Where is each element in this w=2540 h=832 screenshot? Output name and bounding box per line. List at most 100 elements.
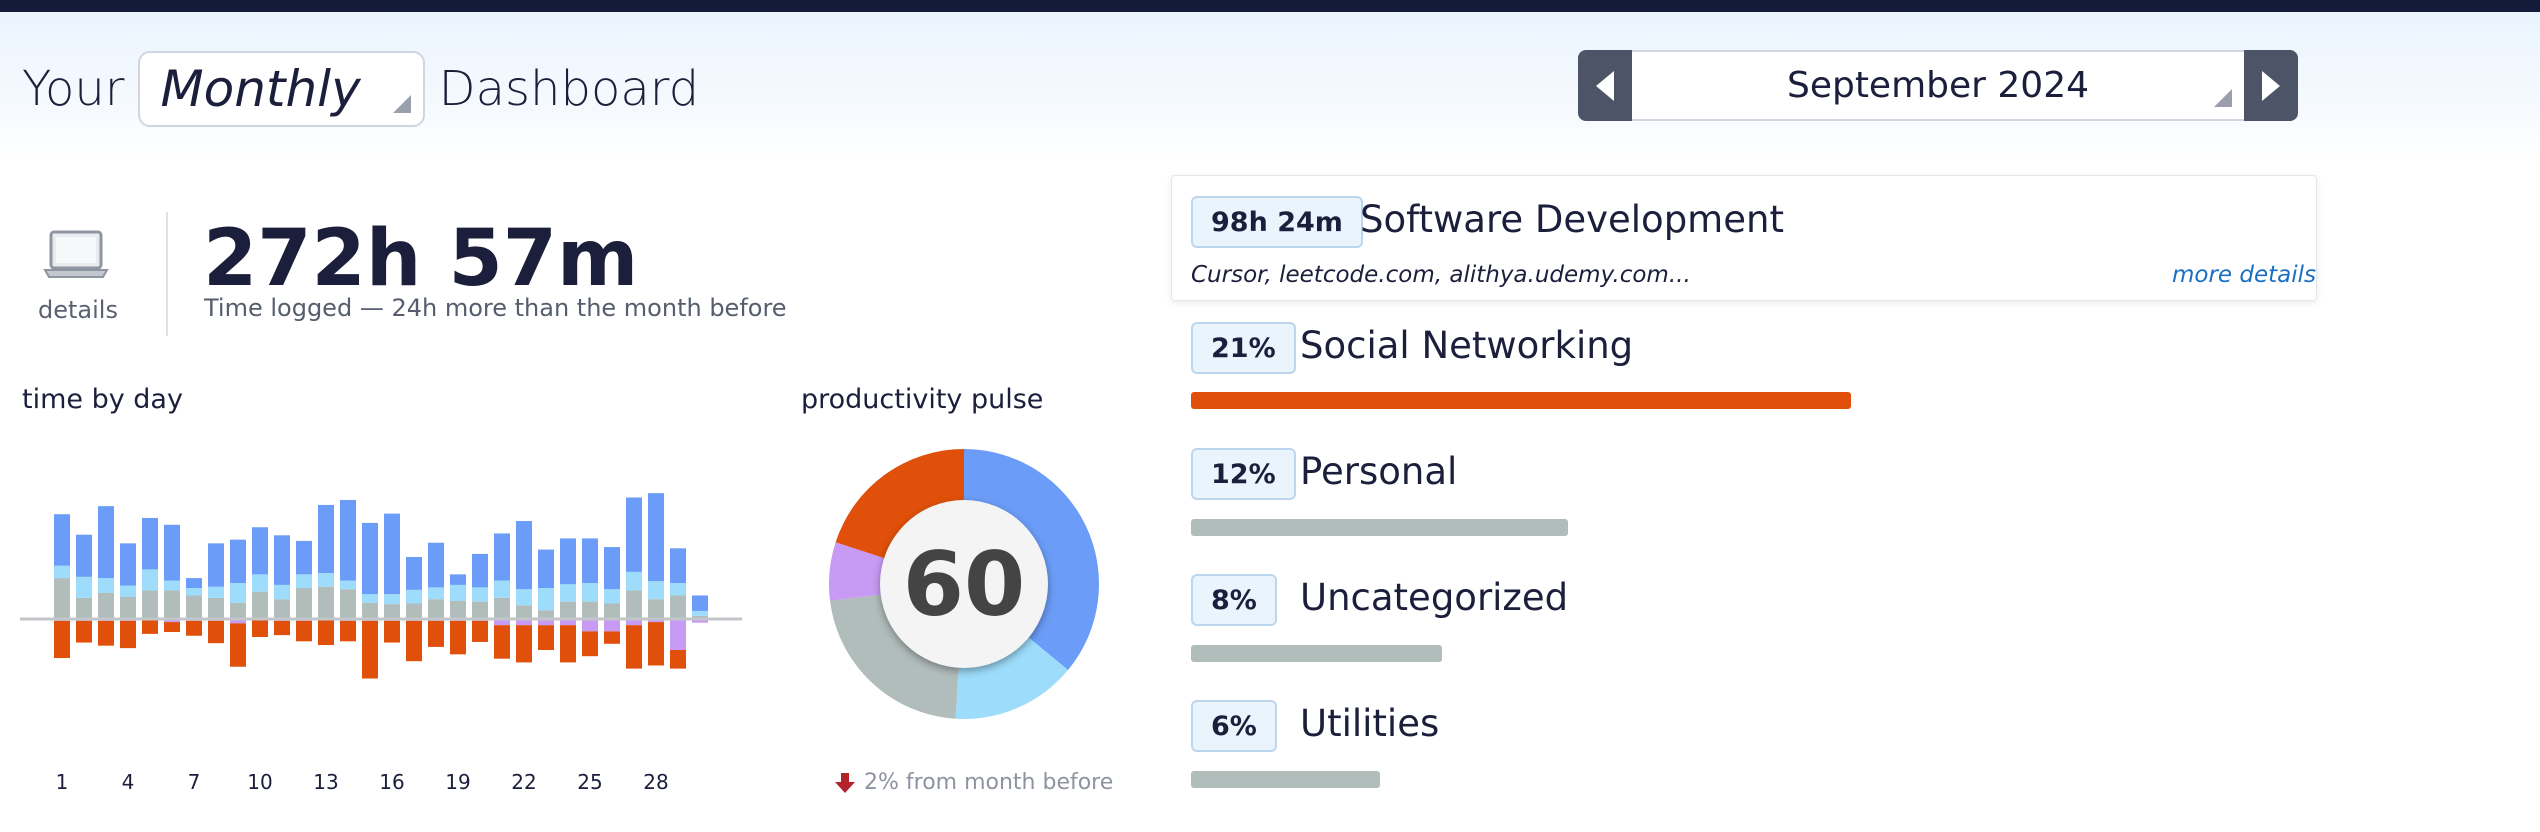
bar-very_distracting (142, 620, 158, 634)
bar-very_distracting (230, 623, 246, 667)
resize-corner-icon (2214, 89, 2232, 107)
category-name[interactable]: Utilities (1300, 702, 1439, 745)
bar-very_productive (582, 538, 598, 584)
bar-very_productive (230, 539, 246, 584)
bar-productive (384, 594, 400, 605)
category-name[interactable]: Social Networking (1300, 324, 1633, 367)
x-tick-label: 25 (577, 770, 602, 794)
bar-productive (208, 586, 224, 598)
bar-neutral (274, 599, 290, 619)
bar-very_productive (384, 513, 400, 595)
bar-productive (230, 583, 246, 603)
dashboard-title: Your Monthly Dashboard (22, 50, 699, 128)
laptop-icon (43, 230, 109, 278)
bar-neutral (208, 597, 224, 619)
bar-very_distracting (186, 620, 202, 636)
bar-neutral (560, 601, 576, 619)
bar-neutral (648, 599, 664, 619)
bar-neutral (582, 601, 598, 619)
month-navigator: September 2024 (1578, 50, 2298, 121)
bar-very_distracting (428, 620, 444, 647)
bar-neutral (516, 605, 532, 619)
category-name[interactable]: Personal (1300, 450, 1457, 493)
bar-productive (582, 583, 598, 602)
bar-very_distracting (340, 620, 356, 642)
more-details-link[interactable]: more details (2172, 262, 2316, 288)
bar-neutral (230, 602, 246, 619)
bar-very_productive (252, 527, 268, 575)
category-bar (1191, 645, 1442, 662)
bar-very_distracting (538, 625, 554, 650)
bar-very_productive (76, 534, 92, 577)
x-tick-label: 1 (56, 770, 69, 794)
bar-very_productive (164, 524, 180, 581)
bar-neutral (406, 603, 422, 619)
bar-productive (318, 573, 334, 587)
bar-neutral (670, 595, 686, 619)
bar-distracting (604, 619, 620, 632)
bar-very_distracting (296, 620, 312, 642)
category-badge: 21% (1191, 322, 1296, 374)
time-by-day-label: time by day (22, 384, 183, 415)
category-name[interactable]: Uncategorized (1300, 576, 1568, 619)
category-apps: Cursor, leetcode.com, alithya.udemy.com.… (1191, 262, 1691, 288)
x-tick-label: 7 (188, 770, 201, 794)
bar-very_productive (318, 504, 334, 574)
bar-very_distracting (516, 625, 532, 663)
bar-neutral (296, 588, 312, 619)
bar-very_distracting (604, 631, 620, 644)
bar-very_distracting (670, 650, 686, 669)
category-bar (1191, 519, 1568, 536)
bar-very_productive (450, 574, 466, 585)
bar-productive (516, 589, 532, 606)
bar-very_distracting (648, 622, 664, 666)
bar-distracting (670, 619, 686, 650)
bar-very_productive (362, 522, 378, 595)
x-tick-label: 19 (445, 770, 470, 794)
bar-very_productive (98, 506, 114, 579)
bar-very_distracting (626, 625, 642, 669)
arrow-down-icon (835, 772, 855, 793)
details-label: details (38, 296, 118, 324)
bar-very_distracting (164, 622, 180, 633)
bar-very_productive (120, 543, 136, 586)
bar-distracting (582, 619, 598, 632)
bar-neutral (54, 578, 70, 619)
month-select[interactable]: September 2024 (1632, 50, 2244, 121)
pulse-delta-text: 2% from month before (864, 770, 1114, 795)
bar-very_productive (560, 538, 576, 585)
bar-very_productive (54, 514, 70, 566)
bar-productive (296, 574, 312, 588)
previous-month-button[interactable] (1578, 50, 1632, 121)
bar-neutral (318, 586, 334, 619)
bar-productive (186, 588, 202, 596)
bar-neutral (164, 590, 180, 619)
category-badge: 6% (1191, 700, 1277, 752)
bar-very_distracting (252, 620, 268, 637)
bar-very_productive (472, 553, 488, 588)
bar-neutral (98, 592, 114, 619)
bar-very_distracting (208, 620, 224, 644)
bar-very_productive (604, 547, 620, 590)
bar-productive (604, 589, 620, 604)
bar-neutral (252, 591, 268, 619)
bar-very_productive (274, 535, 290, 585)
productivity-pulse-label: productivity pulse (801, 384, 1044, 415)
bar-productive (670, 583, 686, 596)
bar-very_productive (626, 497, 642, 572)
bar-very_productive (516, 521, 532, 590)
period-select[interactable]: Monthly (138, 51, 425, 127)
bar-very_productive (670, 548, 686, 584)
next-month-button[interactable] (2244, 50, 2298, 121)
triangle-right-icon (2262, 70, 2280, 101)
details-link[interactable]: details (38, 230, 118, 324)
bar-productive (98, 578, 114, 593)
category-badge: 12% (1191, 448, 1296, 500)
bar-productive (120, 585, 136, 597)
bar-neutral (186, 595, 202, 619)
total-time-logged: 272h 57m (203, 214, 639, 304)
triangle-left-icon (1596, 70, 1614, 101)
bar-productive (142, 569, 158, 591)
bar-very_distracting (318, 620, 334, 646)
time-by-day-chart: 1 4 7 10 13 16 19 22 25 28 (20, 493, 742, 794)
